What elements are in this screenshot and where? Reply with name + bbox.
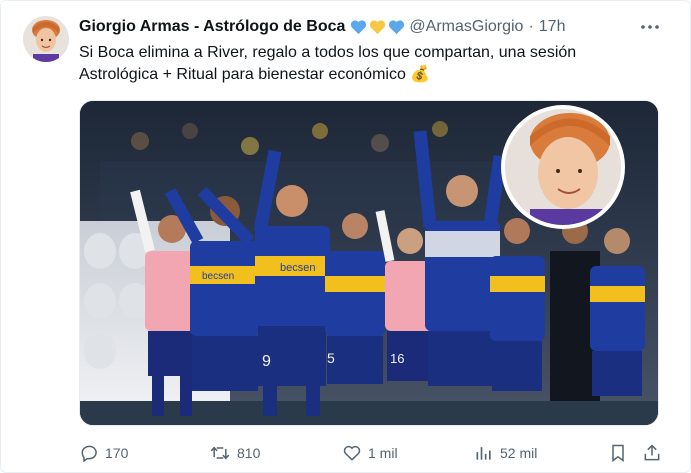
repost-button[interactable]: 810 [209, 443, 260, 463]
jersey-text-front: becsen [280, 262, 315, 274]
author-avatar[interactable] [23, 16, 69, 62]
repost-icon [210, 446, 230, 460]
bookmark-button[interactable] [609, 443, 627, 463]
jersey-number-1: 9 [262, 353, 271, 370]
share-icon [644, 444, 660, 461]
bookmark-icon [612, 444, 624, 462]
repost-count: 810 [237, 445, 261, 461]
views-button[interactable]: 52 mil [474, 443, 537, 463]
tweet-actions: 170 810 1 mil 52 mil [79, 440, 669, 466]
views-chart-icon [476, 447, 491, 460]
more-options-button[interactable] [640, 19, 660, 35]
reply-button[interactable]: 170 [79, 443, 128, 463]
money-bag-emoji: 💰 [410, 66, 431, 83]
yellow-heart-icon [370, 20, 386, 35]
jersey-number-2: 5 [327, 350, 335, 366]
reply-icon [81, 445, 97, 463]
tweet-text-line-2-text: Astrológica + Ritual para bienestar econ… [79, 66, 406, 83]
tweet-text-line-1: Si Boca elimina a River, regalo a todos … [79, 44, 577, 61]
author-handle[interactable]: @ArmasGiorgio [409, 18, 523, 36]
tweet-text: Si Boca elimina a River, regalo a todos … [79, 42, 669, 86]
players-photo: becsen becsen 9 5 16 [80, 101, 658, 425]
heart-icon [343, 445, 361, 461]
tweet-time[interactable]: 17h [539, 18, 566, 36]
blue-heart-icon [351, 20, 367, 35]
tweet-header: Giorgio Armas - Astrólogo de Boca @Armas… [79, 15, 640, 39]
separator-dot: · [528, 18, 534, 35]
tweet-card[interactable]: Giorgio Armas - Astrólogo de Boca @Armas… [0, 0, 691, 473]
jersey-number-3: 16 [390, 351, 404, 366]
blue-heart-icon [389, 20, 405, 35]
author-name-emojis [350, 19, 405, 35]
like-count: 1 mil [368, 445, 398, 461]
views-count: 52 mil [500, 445, 538, 461]
more-icon [641, 25, 659, 29]
tweet-media-photo[interactable]: becsen becsen 9 5 16 [79, 100, 659, 426]
reply-count: 170 [105, 445, 129, 461]
like-button[interactable]: 1 mil [342, 443, 398, 463]
jersey-text-left: becsen [202, 271, 234, 282]
tweet-text-line-2: Astrológica + Ritual para bienestar econ… [79, 64, 669, 86]
author-name[interactable]: Giorgio Armas - Astrólogo de Boca [79, 18, 345, 36]
share-button[interactable] [642, 443, 662, 463]
